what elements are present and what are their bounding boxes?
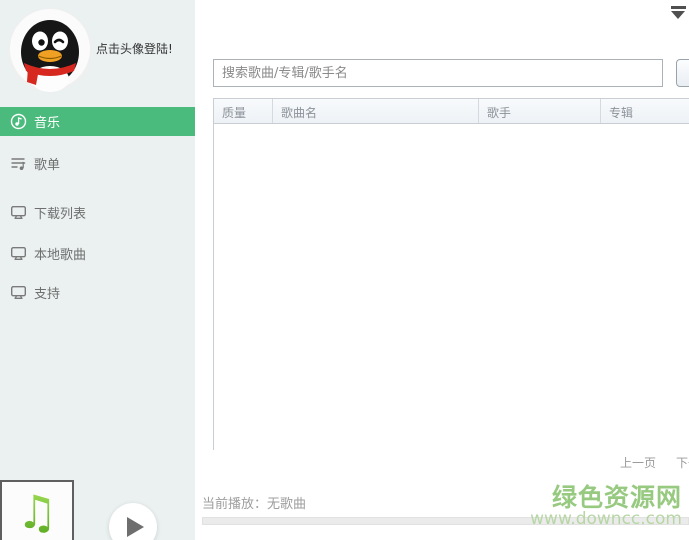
watermark: 绿色资源网 www.downcc.com (530, 485, 682, 529)
next-page-link[interactable]: 下一页 (676, 454, 689, 471)
sidebar-item-support[interactable]: 支持 (0, 277, 195, 307)
song-table-header: 质量 歌曲名 歌手 专辑 (214, 99, 689, 124)
window-menu-button[interactable] (670, 6, 686, 19)
column-header-artist[interactable]: 歌手 (479, 99, 601, 123)
prev-page-link[interactable]: 上一页 (620, 454, 656, 471)
music-circle-icon (10, 113, 27, 130)
collapse-arrow-icon (671, 6, 686, 9)
column-header-album[interactable]: 专辑 (601, 99, 689, 123)
sidebar-item-local-songs[interactable]: 本地歌曲 (0, 238, 195, 268)
monitor-icon (10, 245, 27, 262)
sidebar-item-label: 下载列表 (34, 203, 86, 222)
music-note-icon: ♫ (9, 482, 65, 540)
sidebar-item-label: 本地歌曲 (34, 244, 86, 263)
login-prompt: 点击头像登陆! (96, 40, 173, 57)
play-button[interactable] (109, 503, 157, 540)
sidebar-item-label: 音乐 (34, 112, 60, 131)
sidebar: 点击头像登陆! 音乐 歌单 下载列表 (0, 0, 195, 540)
svg-text:♫: ♫ (16, 485, 57, 539)
song-table-body (214, 124, 689, 450)
sidebar-item-label: 支持 (34, 283, 60, 302)
search-input[interactable] (213, 59, 663, 87)
qq-penguin-avatar[interactable] (8, 8, 92, 92)
album-art-placeholder: ♫ (0, 480, 74, 540)
column-header-song[interactable]: 歌曲名 (273, 99, 479, 123)
sidebar-item-label: 歌单 (34, 154, 60, 173)
sidebar-item-music[interactable]: 音乐 (0, 107, 195, 136)
app-window: 点击头像登陆! 音乐 歌单 下载列表 (0, 0, 689, 540)
sidebar-item-playlist[interactable]: 歌单 (0, 148, 195, 178)
search-button[interactable] (676, 59, 689, 87)
collapse-arrow-icon (671, 11, 685, 19)
song-table: 质量 歌曲名 歌手 专辑 (213, 98, 689, 450)
monitor-icon (10, 284, 27, 301)
watermark-site-name: 绿色资源网 (530, 485, 682, 511)
sidebar-item-download-list[interactable]: 下载列表 (0, 197, 195, 227)
main-panel: 质量 歌曲名 歌手 专辑 上一页 下一页 当前播放：无歌曲 绿色资源网 www.… (195, 0, 689, 540)
monitor-icon (10, 204, 27, 221)
column-header-quality[interactable]: 质量 (214, 99, 273, 123)
playlist-icon (10, 155, 27, 172)
play-icon (127, 517, 144, 537)
now-playing-status: 当前播放：无歌曲 (202, 493, 306, 512)
watermark-site-url: www.downcc.com (530, 511, 682, 529)
